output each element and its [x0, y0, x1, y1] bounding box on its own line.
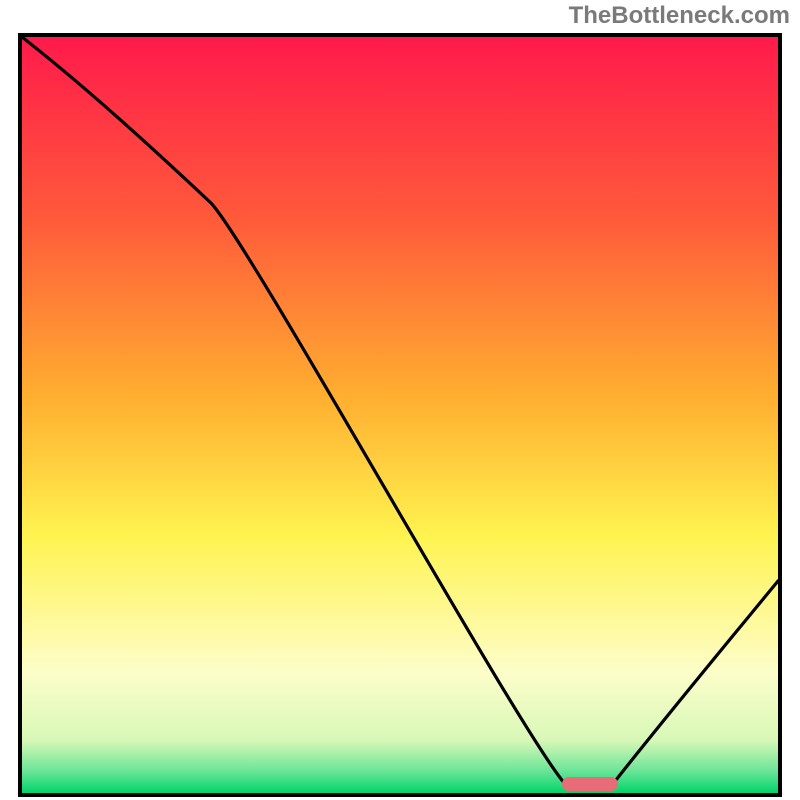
chart-border [18, 33, 782, 797]
watermark-text: TheBottleneck.com [569, 2, 790, 30]
